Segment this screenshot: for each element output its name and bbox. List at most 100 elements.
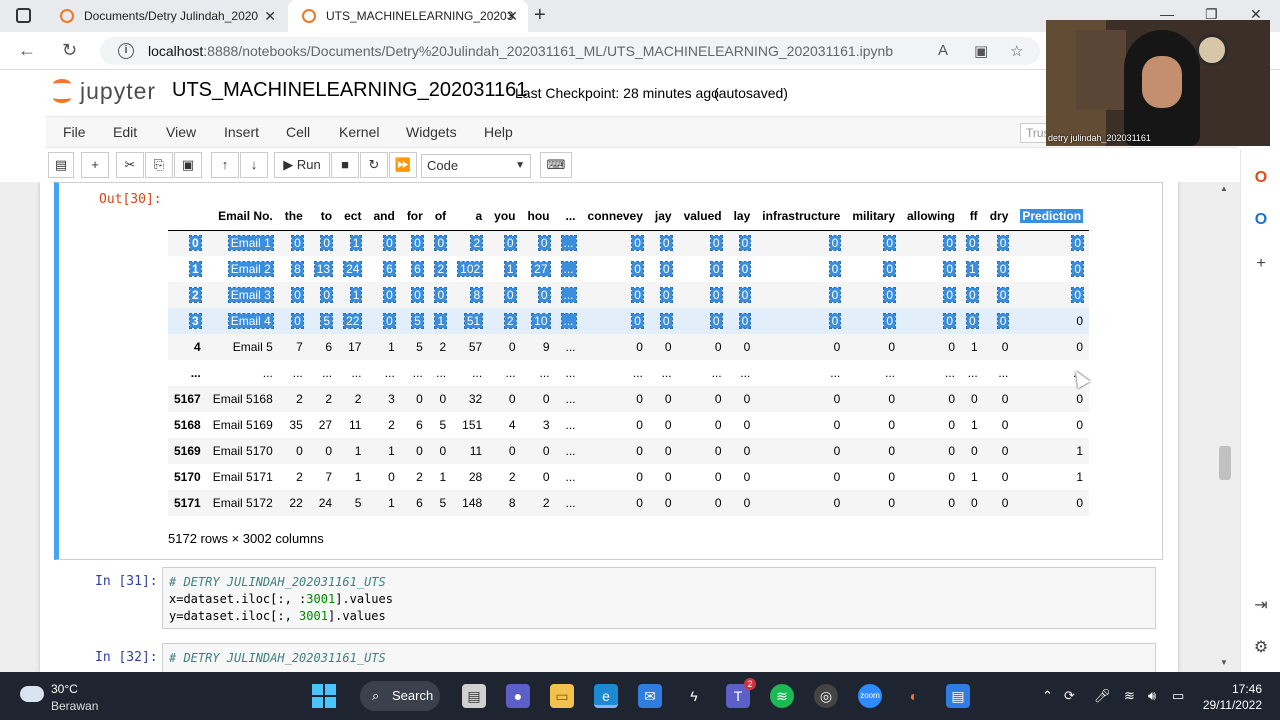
volume-icon[interactable]: 🔊︎ — [1148, 688, 1156, 704]
copy-icon[interactable]: ⎘ — [145, 152, 173, 178]
file-explorer-icon[interactable]: ▭ — [550, 684, 574, 708]
presenter-face — [1142, 56, 1182, 108]
browser-tab-notebook[interactable]: UTS_MACHINELEARNING_20203 ✕ — [288, 0, 528, 32]
cell-type-select[interactable]: Code ▼ — [421, 154, 531, 178]
cell-value: Email 3 — [227, 287, 274, 303]
teams-icon[interactable]: T2 — [726, 678, 756, 708]
table-cell: 0 — [756, 438, 846, 464]
weather-temperature[interactable]: 30°C — [51, 682, 78, 696]
add-icon[interactable]: + — [1251, 254, 1271, 274]
move-down-icon[interactable]: ↓ — [240, 152, 268, 178]
code-cell-31[interactable]: # DETRY JULINDAH_202031161_UTS x=dataset… — [162, 567, 1156, 629]
browser-tab-documents[interactable]: Documents/Detry Julindah_2020 ✕ — [46, 0, 286, 32]
table-cell: 10 — [521, 308, 556, 334]
cell-value: 27 — [531, 261, 551, 277]
menu-widgets[interactable]: Widgets — [406, 124, 457, 140]
scroll-up-icon[interactable]: ▲ — [1220, 184, 1228, 193]
cell-value: 5 — [320, 313, 334, 329]
windows-start-icon[interactable] — [312, 684, 336, 708]
close-tab-icon[interactable]: ✕ — [264, 8, 276, 25]
zoom-icon[interactable]: zoom — [858, 684, 882, 708]
taskbar-clock[interactable]: 17:46 29/11/2022 — [1200, 681, 1262, 713]
refresh-icon[interactable]: ↻ — [62, 40, 77, 61]
show-hidden-icons[interactable]: ⌃ — [1042, 688, 1053, 704]
new-tab-icon[interactable]: + — [534, 4, 546, 27]
weather-condition[interactable]: Berawan — [51, 699, 98, 713]
wifi-icon[interactable]: ≋ — [1124, 688, 1135, 704]
cell-value: ... — [384, 366, 395, 380]
keyboard-icon[interactable]: ⌨ — [540, 152, 572, 178]
jupyter-brand[interactable]: jupyter — [80, 78, 156, 105]
cut-icon[interactable]: ✂ — [116, 152, 144, 178]
notebook-title[interactable]: UTS_MACHINELEARNING_202031161 — [172, 79, 527, 102]
cell-value: 5 — [439, 496, 447, 510]
table-cell: 11 — [338, 412, 367, 438]
menu-kernel[interactable]: Kernel — [339, 124, 379, 140]
cell-value: 0 — [325, 444, 333, 458]
cell-value: 0 — [738, 261, 752, 277]
table-cell: 0 — [678, 464, 728, 490]
run-button[interactable]: ▶ Run — [274, 152, 330, 178]
notepad-icon[interactable]: ▤ — [946, 684, 970, 708]
back-icon[interactable]: ← — [18, 40, 36, 61]
site-info-icon[interactable]: i — [118, 43, 134, 59]
menu-edit[interactable]: Edit — [113, 124, 137, 140]
cell-value: Email 5169 — [212, 418, 273, 432]
jupyter-logo-icon[interactable] — [50, 76, 74, 106]
table-cell: 1 — [338, 438, 367, 464]
app-icon[interactable]: ◎ — [814, 684, 838, 708]
menu-view[interactable]: View — [166, 124, 196, 140]
menu-cell[interactable]: Cell — [286, 124, 310, 140]
paste-icon[interactable]: ▣ — [174, 152, 202, 178]
read-aloud-icon[interactable]: A — [938, 42, 948, 59]
table-cell: 0 — [648, 308, 678, 334]
table-cell: 0 — [961, 230, 984, 256]
scroll-down-icon[interactable]: ▼ — [1220, 658, 1228, 667]
pen-app-icon[interactable]: ϟ — [682, 684, 706, 708]
cell-value: 0 — [503, 235, 517, 252]
table-cell: 51 — [452, 308, 489, 334]
close-tab-icon[interactable]: ✕ — [506, 8, 518, 25]
insert-cell-icon[interactable]: + — [81, 152, 109, 178]
restart-icon[interactable]: ↻ — [360, 152, 388, 178]
mail-icon[interactable]: ✉ — [638, 684, 662, 708]
jupyter-taskbar-icon[interactable]: ◐ — [902, 684, 926, 708]
outlook-icon[interactable]: O — [1251, 210, 1271, 230]
move-up-icon[interactable]: ↑ — [211, 152, 239, 178]
stop-icon[interactable]: ■ — [331, 152, 359, 178]
favorites-icon[interactable]: ☆ — [1010, 42, 1023, 60]
table-row: 4 Email 5 7 6 17 1 5 2 57 0 9... 0 0 0 0 0 0 0 1 0 0 — [168, 334, 1090, 360]
url-field[interactable]: localhost:8888/notebooks/Documents/Detry… — [100, 37, 1040, 65]
scroll-thumb[interactable] — [1219, 446, 1231, 480]
vertical-scrollbar[interactable]: ▲ ▼ — [1216, 182, 1234, 672]
sidebar-toggle-icon[interactable]: ⇥ — [1251, 596, 1271, 616]
table-cell: ... — [207, 360, 279, 386]
menu-insert[interactable]: Insert — [224, 124, 259, 140]
task-view-icon[interactable]: ▤ — [462, 684, 486, 708]
table-cell: 0 — [429, 282, 452, 308]
sync-icon[interactable]: ⟳ — [1064, 688, 1075, 704]
app-available-icon[interactable]: ▣ — [974, 42, 988, 60]
save-icon[interactable]: ▤ — [48, 152, 74, 178]
table-cell: 1 — [367, 438, 400, 464]
office-icon[interactable]: O — [1251, 168, 1271, 188]
tab-actions-icon[interactable] — [16, 8, 31, 23]
table-cell: 0 — [961, 490, 984, 516]
settings-icon[interactable]: ⚙ — [1251, 638, 1271, 658]
table-cell: 1 — [338, 464, 367, 490]
cloud-icon[interactable] — [20, 686, 44, 702]
code-cell-32[interactable]: # DETRY JULINDAH_202031161_UTS — [162, 643, 1156, 672]
fast-forward-icon[interactable]: ⏩ — [389, 152, 417, 178]
edge-browser-icon[interactable]: e — [594, 684, 618, 708]
spotify-icon[interactable]: ≋ — [770, 684, 794, 708]
teams-chat-icon[interactable]: ● — [506, 684, 530, 708]
microphone-icon[interactable]: 🎤︎ — [1094, 688, 1111, 704]
menu-help[interactable]: Help — [484, 124, 513, 140]
column-header: ff — [961, 202, 984, 231]
code-number: 3001 — [299, 609, 328, 623]
battery-icon[interactable]: ▭ — [1172, 688, 1184, 704]
cell-value: 0 — [664, 496, 672, 510]
table-cell: 0 — [1014, 334, 1089, 360]
menu-file[interactable]: File — [63, 124, 86, 140]
taskbar-search[interactable]: ⌕ Search — [360, 681, 440, 711]
